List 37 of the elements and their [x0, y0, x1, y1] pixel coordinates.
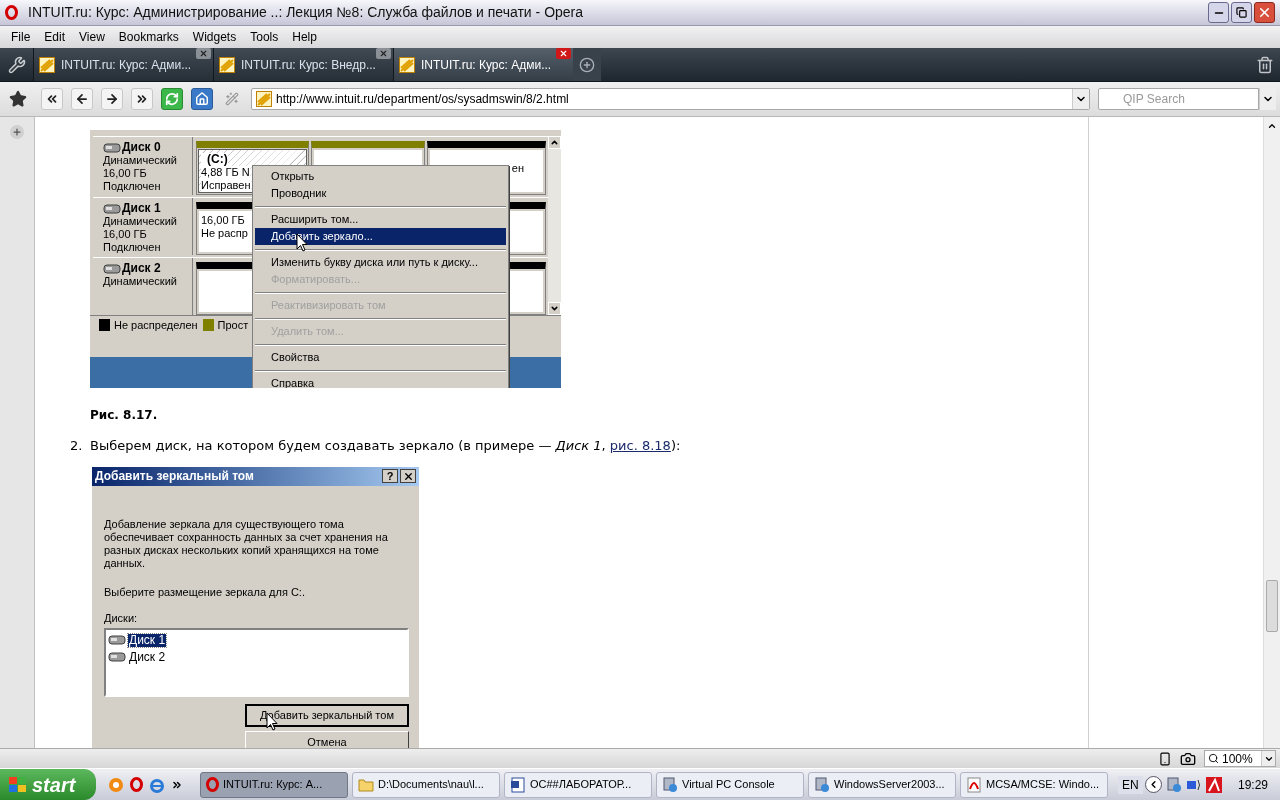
task-label: ОС##ЛАБОРАТОР... — [530, 777, 632, 793]
volume-name: (C:) — [201, 153, 228, 166]
disk-info: 16,00 ГБ — [103, 167, 147, 180]
clock: 19:29 — [1237, 776, 1268, 794]
disk-info: Подключен — [103, 241, 161, 254]
step-text: Выберем диск, на котором будем создавать зеркало (в примере — Диск 1, рис. 8.18): — [90, 437, 681, 455]
disk-info: Подключен — [103, 180, 161, 193]
disk-name: Диск 1 — [122, 202, 161, 215]
legend-label: Прост — [217, 318, 249, 332]
volume-info: 4,88 ГБ N — [201, 166, 250, 179]
disk-info: Динамический — [103, 215, 177, 228]
disk-info: Динамический — [103, 275, 177, 288]
legend-label: Не распределен — [114, 318, 198, 332]
task-label: MCSA/MCSE: Windo... — [986, 777, 1100, 793]
disk-info: Динамический — [103, 154, 177, 167]
task-label: INTUIT.ru: Курс: А... — [223, 777, 323, 793]
list-number: 2. — [70, 437, 84, 455]
tab-title: INTUIT.ru: Курс: Адми... — [61, 56, 192, 74]
figure-caption: Рис. 8.17. — [90, 407, 159, 424]
volume-info: 16,00 ГБ — [201, 214, 245, 227]
dialog-prompt: Выберите размещение зеркала для С:. — [104, 585, 305, 599]
task-label: D:\Documents\nau\l... — [378, 777, 484, 793]
zoom-value: 100% — [1222, 750, 1253, 768]
task-label: Virtual PC Console — [682, 777, 775, 793]
task-label: WindowsServer2003... — [834, 777, 945, 793]
dialog-title: Добавить зеркальный том — [95, 469, 254, 483]
tab-title: INTUIT.ru: Курс: Внедр... — [241, 56, 376, 74]
window-title: INTUIT.ru: Курс: Администрирование ..: Лекция №8: Служба файлов и печати - Opera — [28, 3, 584, 22]
disk-info: 16,00 ГБ — [103, 228, 147, 241]
url-text: http://www.intuit.ru/department/os/sysadmswin/8/2.html — [276, 91, 570, 108]
list-label: Диски: — [104, 611, 138, 625]
tab-title: INTUIT.ru: Курс: Адми... — [421, 56, 552, 74]
disk-name: Диск 2 — [122, 262, 161, 275]
volume-info: Не распр — [201, 227, 248, 240]
dialog-description: Добавление зеркала для существующего тома обеспечивает сохранность данных за счет хранения на разных дисках нескольких копий хранящихся на томе данных. — [104, 517, 389, 570]
volume-info: Исправен — [201, 179, 251, 192]
disk-name: Диск 0 — [122, 141, 161, 154]
